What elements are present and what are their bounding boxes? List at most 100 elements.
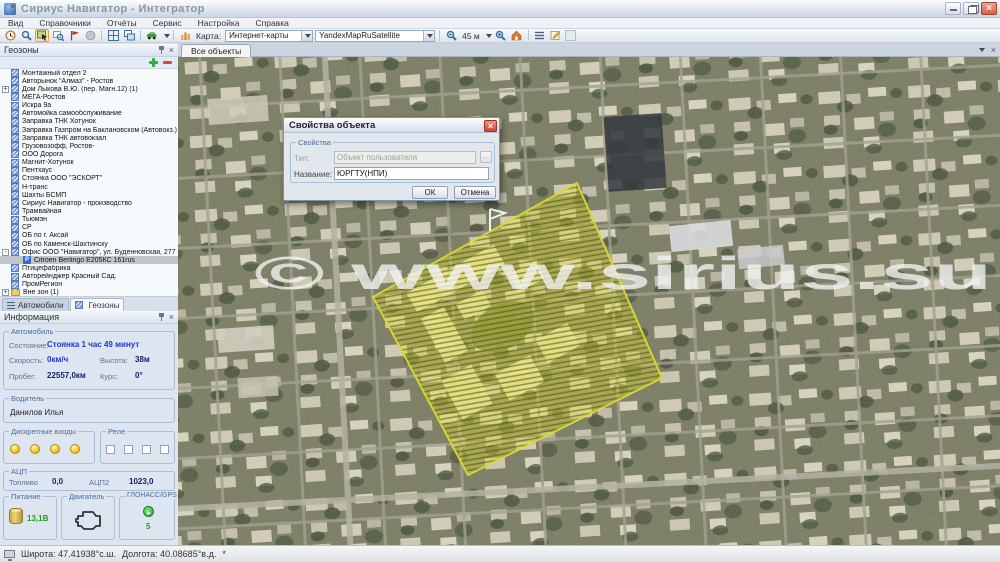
ok-button[interactable]: ОК (412, 186, 448, 199)
tree-item[interactable]: Монтажный отдел 2 (0, 69, 178, 77)
combo-dropdown-icon[interactable] (301, 31, 312, 41)
info-panel-header: Информация × (0, 311, 178, 324)
gps-status-icon (143, 506, 154, 517)
tree-item[interactable]: Авторынок "Алмаз" - Ростов (0, 77, 178, 85)
panel-tab-geozones[interactable]: Геозоны (70, 298, 125, 311)
vehicle-icon: P (23, 256, 31, 264)
menu-item[interactable]: Отчёты (99, 18, 145, 29)
mileage-value: 22557,0км (47, 371, 86, 380)
panel-close-icon[interactable]: × (169, 46, 174, 55)
menu-item[interactable]: Справка (248, 18, 297, 29)
fuel-value: 0,0 (52, 477, 63, 486)
object-name-input[interactable] (334, 167, 489, 180)
input-led-icon (30, 444, 40, 454)
cascade-windows-icon[interactable] (122, 29, 136, 42)
tree-item[interactable]: СР (0, 224, 178, 232)
remove-geozone-icon[interactable] (163, 58, 172, 67)
tree-item[interactable]: Магнит-Хотунок (0, 159, 178, 167)
tree-item-label: Вне зон (1) (23, 289, 59, 296)
tree-item-label: Citroen Berlingo Е205КС 161rus (34, 257, 135, 264)
tab-close-icon[interactable]: × (991, 46, 996, 55)
close-button[interactable] (981, 2, 997, 15)
relay-checkbox[interactable] (160, 445, 169, 454)
tile-windows-icon[interactable] (106, 29, 120, 42)
chart-icon[interactable] (178, 29, 192, 42)
tree-item[interactable]: Искра 9а (0, 102, 178, 110)
minimize-button[interactable] (945, 2, 961, 15)
home-icon[interactable] (510, 29, 524, 42)
geozone-icon (11, 248, 19, 256)
tree-item[interactable]: МЕГА-Ростов (0, 93, 178, 101)
watermark-text: © www.sirius.su (254, 247, 992, 299)
geozone-icon (11, 93, 19, 101)
tree-item[interactable]: ПромРегион (0, 281, 178, 289)
tree-item[interactable]: ОБ по г. Аксай (0, 232, 178, 240)
tab-list-dropdown-icon[interactable] (977, 45, 985, 55)
relay-checkbox[interactable] (106, 445, 115, 454)
menu-item[interactable]: Настройка (190, 18, 248, 29)
zoom-window-icon[interactable] (51, 29, 65, 42)
toolbar-separator (140, 30, 141, 41)
tree-item[interactable]: Заправка ТНК автовокзал (0, 134, 178, 142)
tree-item[interactable]: Заправка Газпром на Баклановском (Автово… (0, 126, 178, 134)
panel-close-icon[interactable]: × (169, 313, 174, 322)
driver-name: Данилов Илья (10, 408, 63, 417)
legend-icon[interactable] (533, 29, 547, 42)
menu-item[interactable]: Сервис (145, 18, 190, 29)
combo-dropdown-icon[interactable] (423, 31, 434, 41)
expand-toggle-icon[interactable]: - (2, 249, 9, 256)
relay-checkbox[interactable] (124, 445, 133, 454)
dialog-close-icon[interactable]: × (484, 120, 497, 132)
tree-item[interactable]: Авторейнджер Красный Сад. (0, 273, 178, 281)
menu-item[interactable]: Справочники (31, 18, 99, 29)
search-icon[interactable] (19, 29, 33, 42)
tree-item[interactable]: Заправка ТНК Хотунок (0, 118, 178, 126)
tree-item[interactable]: Тьюмэн (0, 216, 178, 224)
zoom-out-icon[interactable] (444, 29, 458, 42)
tree-item[interactable]: Стоянка ООО "ЭСКОРТ" (0, 175, 178, 183)
menu-item[interactable]: Вид (0, 18, 31, 29)
tree-item[interactable]: ОБ по Каменск-Шахтинску (0, 240, 178, 248)
tree-item[interactable]: Грузовозофф, Ростов- (0, 142, 178, 150)
tree-item[interactable]: Н-транс (0, 183, 178, 191)
cancel-button[interactable]: Отмена (454, 186, 496, 199)
title-bar: Сириус Навигатор - Интегратор (0, 0, 1000, 18)
edit-icon[interactable] (549, 29, 563, 42)
pin-icon[interactable] (158, 313, 165, 322)
dialog-title-bar[interactable]: Свойства объекта (284, 118, 499, 133)
expand-toggle-icon[interactable]: + (2, 289, 9, 296)
map-source-select[interactable]: Интернет-карты (225, 30, 313, 42)
tree-item[interactable]: Шахты БСМП (0, 191, 178, 199)
tree-item[interactable]: Пентхаус (0, 167, 178, 175)
expand-toggle-icon[interactable]: + (2, 86, 9, 93)
flag-icon[interactable] (67, 29, 81, 42)
pin-icon[interactable] (158, 46, 165, 55)
tree-item[interactable]: Трамвайная (0, 207, 178, 215)
tree-item[interactable]: ООО Дорога (0, 150, 178, 158)
map-layer-select[interactable]: YandexMapRuSatellite (315, 30, 435, 42)
restore-button[interactable] (963, 2, 979, 15)
panel-tab-vehicles[interactable]: Автомобили (2, 298, 69, 311)
toolbar-separator (173, 30, 174, 41)
relay-checkbox[interactable] (142, 445, 151, 454)
zoom-scale-dropdown-icon[interactable] (484, 31, 492, 41)
add-geozone-icon[interactable] (149, 58, 158, 67)
map-tab-all-objects[interactable]: Все объекты (181, 44, 251, 57)
vehicle-menu-dropdown-icon[interactable] (161, 31, 169, 41)
tree-item-label: Авторынок "Алмаз" - Ростов (22, 78, 113, 85)
application-window: Сириус Навигатор - Интегратор ВидСправоч… (0, 0, 1000, 562)
tree-item[interactable]: PCitroen Berlingo Е205КС 161rus (0, 256, 178, 264)
panel-icon[interactable] (565, 30, 576, 41)
tree-item[interactable]: -Офис ООО "Навигатор", ул. Буденновская,… (0, 248, 178, 256)
select-on-map-icon[interactable] (35, 29, 49, 42)
zoom-in-icon[interactable] (494, 29, 508, 42)
clock-icon[interactable] (3, 29, 17, 42)
tree-item[interactable]: Птицефабрика (0, 264, 178, 272)
vehicle-menu-icon[interactable] (145, 29, 159, 42)
tree-item[interactable]: + Вне зон (1) (0, 289, 178, 296)
tree-item[interactable]: Сириус Навигатор - производство (0, 199, 178, 207)
stop-icon[interactable] (83, 29, 97, 42)
tree-item[interactable]: +Дом Лыкова В.Ю. (пер. Магн.12) (1) (0, 85, 178, 93)
tree-item[interactable]: Автомойка самообслуживание (0, 110, 178, 118)
relay-group: Реле (100, 431, 175, 464)
